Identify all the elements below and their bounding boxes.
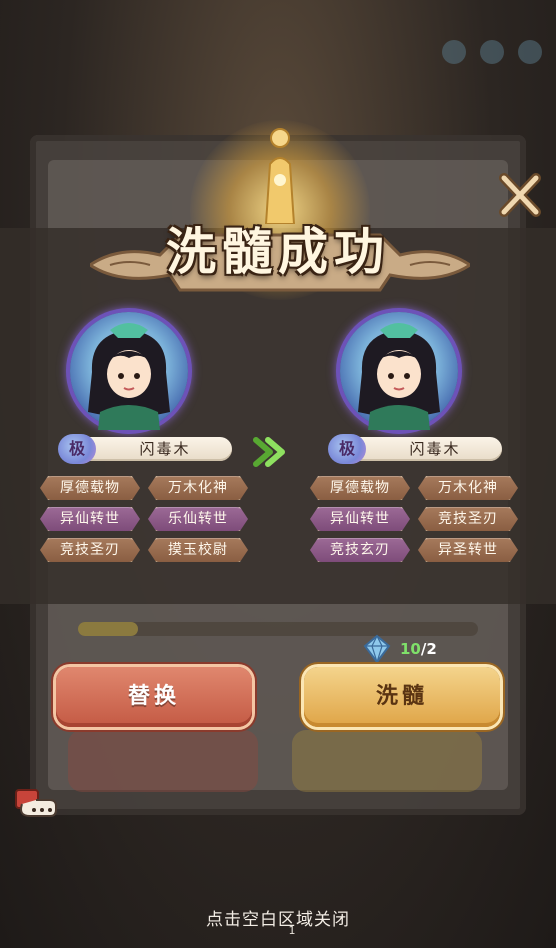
- hero-portrait[interactable]: [340, 312, 458, 430]
- top-status-icons: [442, 40, 542, 64]
- wash-cost: 10/2: [362, 634, 452, 664]
- hero-card-before: 极 闪毒木 厚德载物 万木化神 异仙转世 乐仙转世 竞技圣刃 摸玉校尉: [40, 312, 248, 562]
- hero-avatar-icon: [358, 323, 440, 430]
- hero-portrait[interactable]: [70, 312, 188, 430]
- skill-tag[interactable]: 乐仙转世: [148, 507, 248, 531]
- background-button-right: [292, 730, 482, 792]
- hero-card-after: 极 闪毒木 厚德载物 万木化神 异仙转世 竞技圣刃 竞技玄刃 异圣转世: [310, 312, 518, 562]
- hero-name-bar: 极 闪毒木: [324, 434, 504, 464]
- skill-tag[interactable]: 摸玉校尉: [148, 538, 248, 562]
- background-button-left: [68, 730, 258, 792]
- hero-name: 闪毒木: [139, 440, 191, 458]
- page-number: 1: [288, 924, 296, 937]
- skill-list: 厚德载物 万木化神 异仙转世 乐仙转世 竞技圣刃 摸玉校尉: [40, 476, 250, 562]
- close-x-icon[interactable]: [496, 172, 542, 218]
- page-title: 洗髓成功: [166, 222, 390, 281]
- skill-tag[interactable]: 异仙转世: [310, 507, 410, 531]
- grade-badge: 极: [328, 434, 366, 464]
- sage-statue-icon: [264, 128, 296, 224]
- green-chevron-right-icon: [253, 437, 285, 467]
- skill-tag[interactable]: 异仙转世: [40, 507, 140, 531]
- chat-bubble-icon[interactable]: [12, 786, 58, 830]
- replace-button[interactable]: 替换: [56, 667, 252, 727]
- skill-tag[interactable]: 厚德载物: [40, 476, 140, 500]
- skill-tag[interactable]: 竞技圣刃: [40, 538, 140, 562]
- skill-tag[interactable]: 竞技玄刃: [310, 538, 410, 562]
- cost-have: 10: [400, 640, 421, 658]
- blue-gem-icon: [363, 634, 391, 664]
- skill-tag[interactable]: 万木化神: [148, 476, 248, 500]
- wash-button[interactable]: 洗髓: [304, 667, 500, 727]
- hero-name: 闪毒木: [409, 440, 461, 458]
- skill-tag[interactable]: 万木化神: [418, 476, 518, 500]
- hero-name-bar: 极 闪毒木: [54, 434, 234, 464]
- skill-tag[interactable]: 异圣转世: [418, 538, 518, 562]
- skill-tag[interactable]: 竞技圣刃: [418, 507, 518, 531]
- grade-badge: 极: [58, 434, 96, 464]
- hero-avatar-icon: [88, 323, 170, 430]
- skill-list: 厚德载物 万木化神 异仙转世 竞技圣刃 竞技玄刃 异圣转世: [310, 476, 520, 562]
- skill-tag[interactable]: 厚德载物: [310, 476, 410, 500]
- cost-need: 2: [426, 640, 437, 658]
